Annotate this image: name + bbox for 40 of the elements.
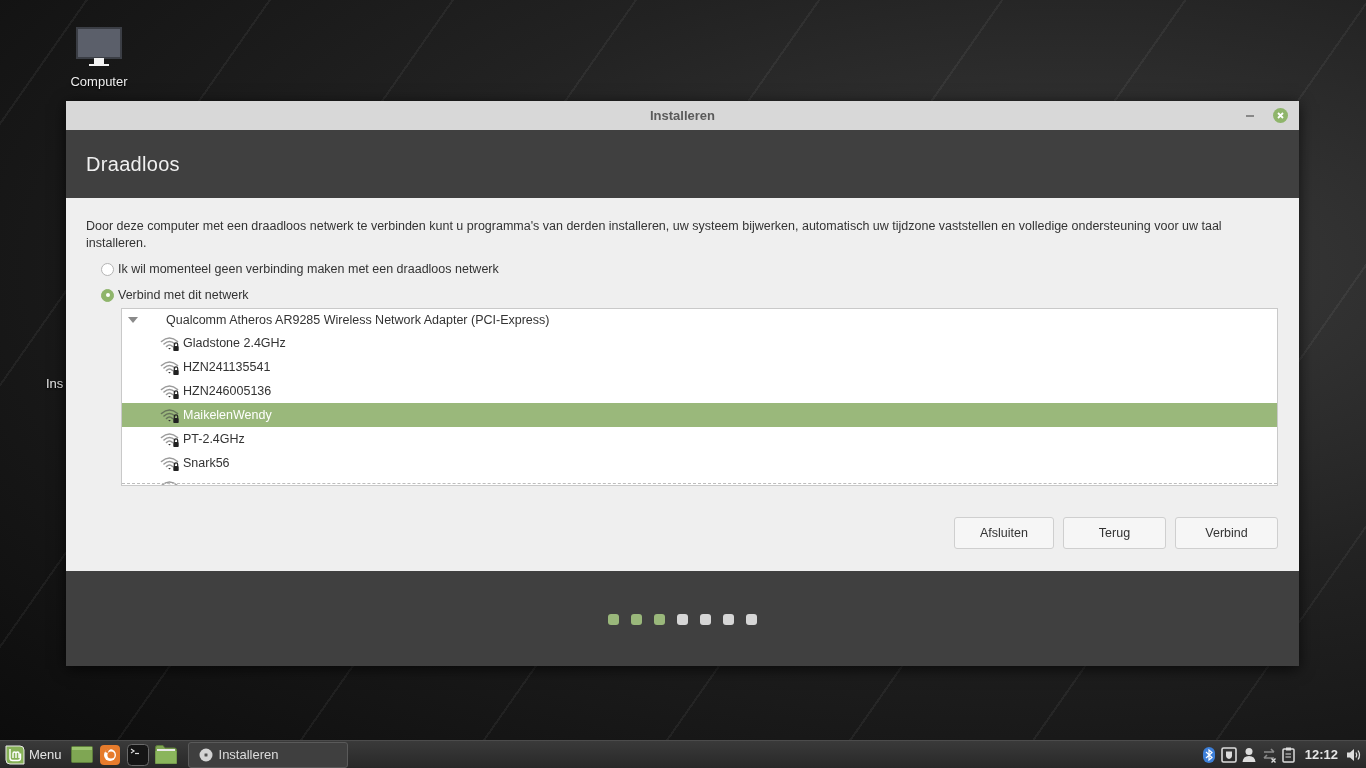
- network-item[interactable]: HZN246005136: [122, 379, 1277, 403]
- bluetooth-icon[interactable]: [1200, 746, 1217, 763]
- leaf-logo-icon[interactable]: [5, 744, 25, 765]
- clock[interactable]: 12:12: [1300, 747, 1342, 762]
- network-item[interactable]: Snark56: [122, 451, 1277, 475]
- wifi-lock-icon: [160, 431, 182, 447]
- wifi-lock-icon: [160, 455, 182, 471]
- network-item[interactable]: Gladstone 2.4GHz: [122, 331, 1277, 355]
- monitor-icon[interactable]: [76, 27, 122, 67]
- desktop-icon-label[interactable]: Ins: [46, 376, 64, 391]
- speaker-icon[interactable]: [1346, 746, 1362, 763]
- folder-icon[interactable]: [154, 745, 177, 764]
- browser-icon[interactable]: [99, 744, 120, 765]
- page-heading: Draadloos: [86, 152, 180, 176]
- wifi-lock-icon: [160, 407, 182, 423]
- back-button[interactable]: Terug: [1063, 517, 1166, 549]
- radio-option[interactable]: Ik wil momenteel geen verbinding maken met een draadloos netwerk: [86, 256, 499, 282]
- connect-button[interactable]: Verbind: [1175, 517, 1278, 549]
- desktop-icon-label[interactable]: Computer: [70, 74, 128, 89]
- window-title: Installeren: [650, 108, 715, 123]
- clipboard-icon[interactable]: [1280, 746, 1297, 763]
- radio-option[interactable]: Verbind met dit netwerk: [86, 282, 249, 308]
- wifi-lock-icon: [160, 359, 182, 375]
- user-icon[interactable]: [1240, 746, 1257, 763]
- adapter-item[interactable]: Qualcomm Atheros AR9285 Wireless Network Adapter (PCI-Express): [122, 309, 1277, 331]
- disc-icon: [198, 747, 213, 762]
- quit-button[interactable]: Afsluiten: [954, 517, 1054, 549]
- taskbar-window-button[interactable]: Installeren: [187, 741, 348, 768]
- terminal-icon[interactable]: [126, 743, 149, 766]
- shield-icon[interactable]: [1220, 746, 1237, 763]
- radio-button[interactable]: [101, 262, 114, 276]
- caret-icon[interactable]: [128, 317, 138, 323]
- radio-button[interactable]: [101, 288, 114, 302]
- window-icon[interactable]: [70, 746, 93, 763]
- wifi-lock-icon: [160, 383, 182, 399]
- network-item[interactable]: PT-2.4GHz: [122, 427, 1277, 451]
- menu-button[interactable]: Menu: [1, 741, 67, 768]
- description-text: Door deze computer met een draadloos netwerk te verbinden kunt u programma's van derden installeren, uw systeem bijwerken, automatisch uw tijdzone vaststellen en volledige ondersteuning voor uw taal installeren.: [86, 218, 1223, 252]
- network-item[interactable]: HZN241135541: [122, 355, 1277, 379]
- wifi-lock-icon: [160, 335, 182, 351]
